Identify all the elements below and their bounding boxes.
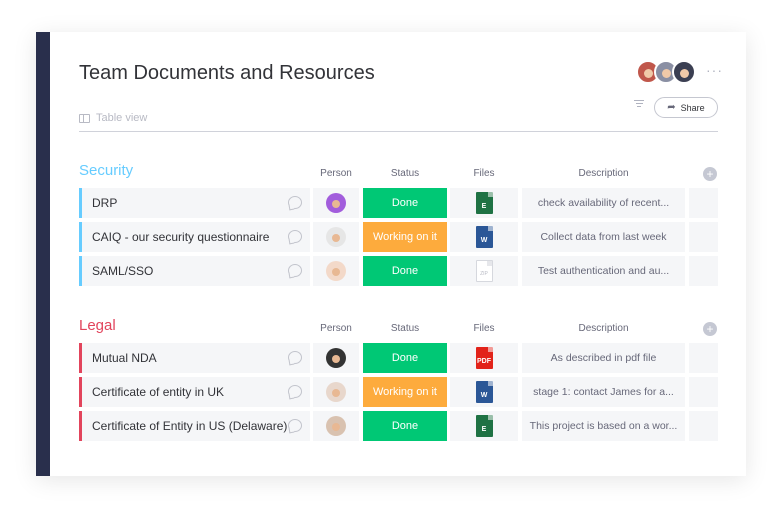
- table-icon: [79, 113, 90, 123]
- group-color-bar: [79, 411, 82, 441]
- column-header-status[interactable]: Status: [363, 168, 447, 179]
- comment-icon[interactable]: [288, 264, 302, 277]
- sidebar-strip: [36, 32, 50, 476]
- status-cell[interactable]: Working on it: [363, 222, 447, 252]
- person-avatar: [326, 348, 346, 368]
- share-icon: ➦: [667, 102, 676, 113]
- person-avatar: [326, 382, 346, 402]
- column-header-person[interactable]: Person: [313, 168, 359, 179]
- status-cell[interactable]: Done: [363, 411, 447, 441]
- group-color-bar: [79, 256, 82, 286]
- empty-cell: [689, 256, 718, 286]
- table-row[interactable]: SAML/SSO Done ZIP Test authentication and a…: [79, 256, 718, 286]
- group-title[interactable]: Legal: [79, 317, 116, 334]
- files-cell[interactable]: ZIP: [450, 256, 518, 286]
- column-header-files[interactable]: Files: [450, 323, 518, 334]
- filter-icon[interactable]: [634, 100, 644, 108]
- column-header-person[interactable]: Person: [313, 323, 359, 334]
- view-selector[interactable]: Table view: [79, 112, 147, 124]
- comment-icon[interactable]: [288, 230, 302, 243]
- comment-icon[interactable]: [288, 385, 302, 398]
- member-avatar[interactable]: [672, 60, 696, 84]
- empty-cell: [689, 343, 718, 373]
- share-button[interactable]: ➦ Share: [654, 97, 718, 118]
- item-name-cell[interactable]: Mutual NDA: [79, 343, 310, 373]
- description-cell[interactable]: stage 1: contact James for a...: [522, 377, 685, 407]
- table-row[interactable]: Certificate of Entity in US (Delaware) Do…: [79, 411, 718, 441]
- group-color-bar: [79, 343, 82, 373]
- files-cell[interactable]: PDF: [450, 343, 518, 373]
- more-icon[interactable]: ···: [706, 62, 723, 78]
- group-color-bar: [79, 377, 82, 407]
- share-label: Share: [680, 102, 705, 113]
- table-row[interactable]: DRP Done Echeck availability of recent...: [79, 188, 718, 218]
- person-cell[interactable]: [313, 256, 359, 286]
- word-file-icon[interactable]: W: [475, 381, 493, 403]
- files-cell[interactable]: E: [450, 411, 518, 441]
- add-column-icon[interactable]: +: [703, 167, 717, 181]
- item-name: SAML/SSO: [92, 264, 154, 278]
- group-color-bar: [79, 222, 82, 252]
- column-header-files[interactable]: Files: [450, 168, 518, 179]
- item-name-cell[interactable]: Certificate of Entity in US (Delaware): [79, 411, 310, 441]
- column-header-status[interactable]: Status: [363, 323, 447, 334]
- table-row[interactable]: Mutual NDA Done PDF As described in pdf fil…: [79, 343, 718, 373]
- person-avatar: [326, 416, 346, 436]
- comment-icon[interactable]: [288, 351, 302, 364]
- excel-file-icon[interactable]: E: [475, 415, 493, 437]
- board-card: Team Documents and Resources ··· Table v…: [36, 32, 746, 476]
- group-title[interactable]: Security: [79, 162, 133, 179]
- item-name-cell[interactable]: CAIQ - our security questionnaire: [79, 222, 310, 252]
- person-avatar: [326, 261, 346, 281]
- item-name-cell[interactable]: Certificate of entity in UK: [79, 377, 310, 407]
- description-cell[interactable]: Collect data from last week: [522, 222, 685, 252]
- excel-file-icon[interactable]: E: [475, 192, 493, 214]
- person-avatar: [326, 227, 346, 247]
- person-cell[interactable]: [313, 343, 359, 373]
- table-row[interactable]: CAIQ - our security questionnaire Working…: [79, 222, 718, 252]
- item-name: Mutual NDA: [92, 351, 157, 365]
- zip-file-icon[interactable]: ZIP: [475, 260, 493, 282]
- column-header-description[interactable]: Description: [522, 323, 685, 334]
- board-title: Team Documents and Resources: [79, 62, 375, 84]
- item-name: Certificate of Entity in US (Delaware): [92, 419, 288, 433]
- comment-icon[interactable]: [288, 196, 302, 209]
- person-cell[interactable]: [313, 411, 359, 441]
- description-cell[interactable]: As described in pdf file: [522, 343, 685, 373]
- empty-cell: [689, 188, 718, 218]
- view-label: Table view: [96, 112, 148, 124]
- pdf-file-icon[interactable]: PDF: [475, 347, 493, 369]
- item-name-cell[interactable]: SAML/SSO: [79, 256, 310, 286]
- board-members[interactable]: [636, 60, 696, 84]
- description-cell[interactable]: This project is based on a wor...: [522, 411, 685, 441]
- column-header-description[interactable]: Description: [522, 168, 685, 179]
- item-name: Certificate of entity in UK: [92, 385, 225, 399]
- comment-icon[interactable]: [288, 419, 302, 432]
- person-cell[interactable]: [313, 377, 359, 407]
- description-cell[interactable]: check availability of recent...: [522, 188, 685, 218]
- empty-cell: [689, 222, 718, 252]
- empty-cell: [689, 411, 718, 441]
- files-cell[interactable]: W: [450, 377, 518, 407]
- group-color-bar: [79, 188, 82, 218]
- item-name-cell[interactable]: DRP: [79, 188, 310, 218]
- header-divider: [79, 131, 718, 132]
- item-name: DRP: [92, 196, 118, 210]
- files-cell[interactable]: E: [450, 188, 518, 218]
- status-cell[interactable]: Working on it: [363, 377, 447, 407]
- empty-cell: [689, 377, 718, 407]
- person-avatar: [326, 193, 346, 213]
- table-row[interactable]: Certificate of entity in UK Working on it…: [79, 377, 718, 407]
- word-file-icon[interactable]: W: [475, 226, 493, 248]
- status-cell[interactable]: Done: [363, 256, 447, 286]
- person-cell[interactable]: [313, 188, 359, 218]
- person-cell[interactable]: [313, 222, 359, 252]
- files-cell[interactable]: W: [450, 222, 518, 252]
- add-column-icon[interactable]: +: [703, 322, 717, 336]
- description-cell[interactable]: Test authentication and au...: [522, 256, 685, 286]
- status-cell[interactable]: Done: [363, 343, 447, 373]
- status-cell[interactable]: Done: [363, 188, 447, 218]
- item-name: CAIQ - our security questionnaire: [92, 230, 270, 244]
